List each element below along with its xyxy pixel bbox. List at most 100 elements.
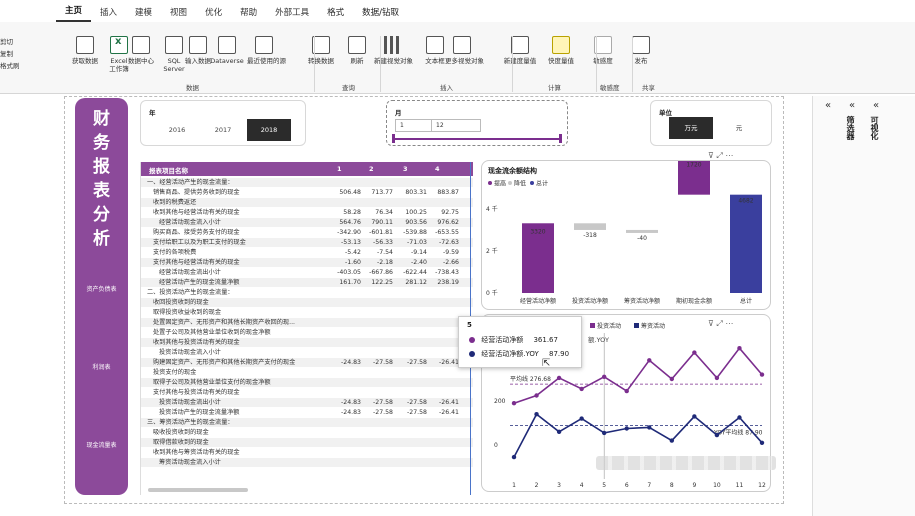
row-value: -27.58 <box>373 399 393 406</box>
x-tick-label: 1 <box>512 482 516 489</box>
series-point[interactable] <box>759 372 765 377</box>
series-point[interactable] <box>556 429 562 434</box>
unit-option-yuan[interactable]: 元 <box>717 117 761 139</box>
cut-button[interactable]: 剪切 <box>0 36 40 48</box>
series-point[interactable] <box>669 438 675 443</box>
series-point[interactable] <box>647 358 652 363</box>
legend-marker <box>634 323 639 328</box>
waterfall-bar[interactable] <box>574 223 606 230</box>
month-range-handle-left[interactable] <box>392 134 395 143</box>
mouse-cursor-icon: ⇱ <box>542 358 551 369</box>
table-row: 经营活动现金流出小计 -403.05 -667.86 -622.44 -738.43 <box>141 268 473 277</box>
ribbon-button-icon <box>426 36 444 54</box>
year-option-2018[interactable]: 2018 <box>247 119 291 141</box>
series-point[interactable] <box>511 454 517 460</box>
copy-button[interactable]: 复制 <box>0 48 40 60</box>
table-horizontal-scrollbar[interactable] <box>148 488 248 492</box>
watermark <box>596 456 776 470</box>
ribbon-button-icon <box>552 36 570 54</box>
waterfall-bar[interactable] <box>730 194 762 293</box>
header-month-1[interactable]: 1 <box>337 165 342 173</box>
series-point[interactable] <box>579 416 584 421</box>
table-row: 收到其他与投资活动有关的现金 <box>141 338 473 347</box>
nav-cash-flow[interactable]: 现金流量表 <box>75 440 128 449</box>
visualizations-pane-tab[interactable]: 可视化 <box>869 116 880 140</box>
series-point[interactable] <box>534 412 539 417</box>
header-month-2[interactable]: 2 <box>369 165 374 173</box>
ribbon-button[interactable]: 发布 <box>624 36 658 65</box>
series-point[interactable] <box>534 393 539 398</box>
format-painter-button[interactable]: 格式刷 <box>0 60 40 72</box>
series-point[interactable] <box>737 415 742 420</box>
series-point[interactable] <box>556 375 562 381</box>
ribbon-button[interactable]: 更多视觉对象 <box>445 36 484 65</box>
collapse-filters-icon[interactable]: « <box>825 100 831 111</box>
x-tick-label: 总计 <box>740 297 752 305</box>
tab-help[interactable]: 帮助 <box>231 6 266 22</box>
ribbon-button[interactable]: 快度量值 <box>544 36 578 65</box>
header-item-name[interactable]: 报表项目名称 <box>149 165 188 175</box>
row-label: 筹资活动现金流入小计 <box>159 459 221 466</box>
unit-option-wanyuan[interactable]: 万元 <box>669 117 713 139</box>
ribbon-button[interactable]: 数据中心 <box>124 36 158 65</box>
series-point[interactable] <box>759 440 765 445</box>
series-point[interactable] <box>601 374 607 379</box>
filter-icon[interactable]: ⊽ ⤢ ⋯ <box>708 151 733 161</box>
collapse-pane-icon[interactable]: « <box>873 100 879 111</box>
average-line-label: 平均线 276.68 <box>510 375 551 383</box>
ribbon-button[interactable]: 敏感度 <box>586 36 620 65</box>
series-point[interactable] <box>647 425 652 430</box>
year-option-2016[interactable]: 2016 <box>155 119 199 141</box>
waterfall-bar[interactable] <box>626 229 658 233</box>
collapse-viz-icon[interactable]: « <box>849 100 855 111</box>
ribbon-button[interactable]: 最近使用的源 <box>247 36 286 65</box>
row-value: 122.25 <box>371 279 393 286</box>
header-month-3[interactable]: 3 <box>403 165 408 173</box>
ribbon-button[interactable]: 转换数据 <box>304 36 338 65</box>
series-point[interactable] <box>669 376 675 382</box>
tab-format[interactable]: 格式 <box>318 6 353 22</box>
month-range-handle-right[interactable] <box>559 134 562 143</box>
series-point[interactable] <box>511 401 517 406</box>
ribbon-button[interactable]: Dataverse <box>210 36 244 65</box>
table-row: 取得子公司及其他营业单位支付的现金净额 <box>141 378 473 387</box>
nav-balance-sheet[interactable]: 资产负债表 <box>75 284 128 293</box>
series-point[interactable] <box>714 432 720 438</box>
tab-data-drill[interactable]: 数据/钻取 <box>353 6 408 22</box>
year-option-2017[interactable]: 2017 <box>201 119 245 141</box>
series-point[interactable] <box>624 426 629 431</box>
tab-home[interactable]: 主页 <box>56 4 92 22</box>
tab-external-tools[interactable]: 外部工具 <box>266 6 318 22</box>
row-value: -24.83 <box>341 399 361 406</box>
tab-insert[interactable]: 插入 <box>91 6 126 22</box>
cash-flow-table: 报表项目名称 1 2 3 4 一、经营活动产生的现金流量： 销售商品、提供劳务收到… <box>140 162 473 495</box>
ribbon-button[interactable]: 刷新 <box>340 36 374 65</box>
row-value: 976.62 <box>437 219 459 226</box>
row-value: 790.11 <box>371 219 393 226</box>
ribbon-button-label: 数据中心 <box>128 57 154 65</box>
table-row: 投资活动产生的现金流量净额 -24.83 -27.58 -27.58 -26.41 <box>141 408 473 417</box>
series-point[interactable] <box>624 388 629 394</box>
month-to-input[interactable]: 12 <box>431 119 481 132</box>
series-point[interactable] <box>692 414 697 419</box>
series-point[interactable] <box>579 386 584 392</box>
header-month-4[interactable]: 4 <box>435 165 440 173</box>
ribbon-button[interactable]: 获取数据 <box>68 36 102 65</box>
series-point[interactable] <box>737 346 742 351</box>
ribbon-button[interactable]: 新建度量值 <box>503 36 537 65</box>
filters-pane-tab[interactable]: 筛选器 <box>845 116 856 140</box>
series-point[interactable] <box>601 430 607 436</box>
series-point[interactable] <box>714 375 720 381</box>
ribbon-button-label: 更多视觉对象 <box>445 57 484 65</box>
table-header: 报表项目名称 1 2 3 4 <box>141 162 473 176</box>
nav-income-statement[interactable]: 利润表 <box>75 362 128 371</box>
tab-optimize[interactable]: 优化 <box>196 6 231 22</box>
table-row: 购建固定资产、无形资产和其他长期资产支付的现金 -24.83 -27.58 -27.5… <box>141 358 473 367</box>
row-label: 投资活动产生的现金流量净额 <box>159 409 240 416</box>
x-tick-label: 6 <box>625 482 629 489</box>
legend-label: 投资活动 <box>597 322 621 330</box>
series-point[interactable] <box>692 350 697 355</box>
tab-modeling[interactable]: 建模 <box>126 6 161 22</box>
tab-view[interactable]: 视图 <box>161 6 196 22</box>
table-row: 支付的各项税费 -5.42 -7.54 -9.14 -9.59 <box>141 248 473 257</box>
